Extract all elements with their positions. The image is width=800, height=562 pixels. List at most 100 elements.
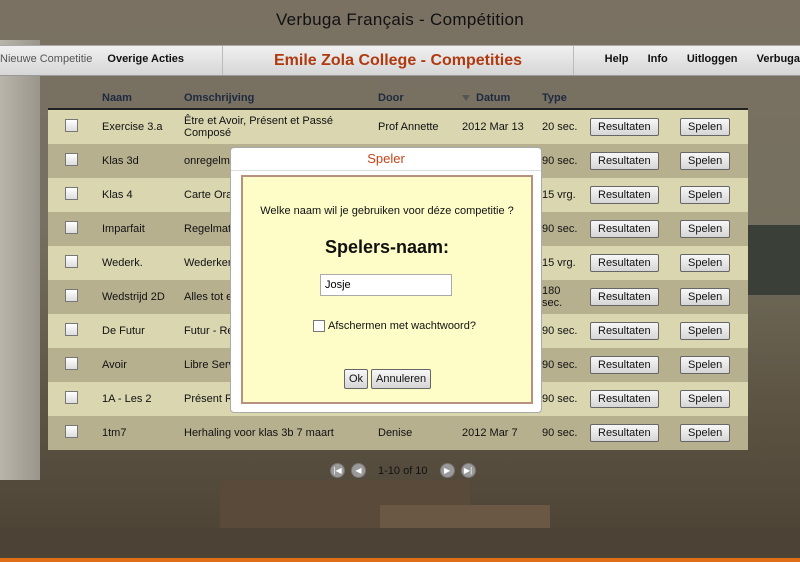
play-button[interactable]: Spelen	[680, 220, 731, 238]
cell-play: Spelen	[676, 109, 748, 144]
info-link[interactable]: Info	[648, 53, 668, 65]
help-link[interactable]: Help	[605, 53, 629, 65]
cell-naam: 1A - Les 2	[98, 382, 180, 416]
row-checkbox[interactable]	[65, 391, 78, 404]
row-select[interactable]	[48, 314, 98, 348]
row-select[interactable]	[48, 246, 98, 280]
cell-door: Denise	[374, 416, 458, 450]
row-select[interactable]	[48, 280, 98, 314]
row-checkbox[interactable]	[65, 119, 78, 132]
results-button[interactable]: Resultaten	[590, 288, 659, 306]
player-name-input[interactable]	[320, 274, 452, 296]
new-competition-link[interactable]: Nieuwe Competitie	[0, 53, 92, 65]
header-play	[676, 88, 748, 110]
other-actions-menu[interactable]: Overige Acties	[107, 53, 184, 65]
cell-naam: Avoir	[98, 348, 180, 382]
page-info: 1-10 of 10	[378, 464, 428, 477]
cell-naam: Wederk.	[98, 246, 180, 280]
cell-naam: Wedstrijd 2D	[98, 280, 180, 314]
pagination: |◀ ◀ 1-10 of 10 ▶ ▶|	[330, 463, 476, 478]
cell-naam: Klas 4	[98, 178, 180, 212]
cell-type: 90 sec.	[538, 144, 586, 178]
play-button[interactable]: Spelen	[680, 356, 731, 374]
cell-play: Spelen	[676, 178, 748, 212]
bottom-accent-bar	[0, 558, 800, 562]
next-page-icon[interactable]: ▶	[439, 463, 455, 478]
results-button[interactable]: Resultaten	[590, 118, 659, 136]
cell-type: 15 vrg.	[538, 246, 586, 280]
row-select[interactable]	[48, 382, 98, 416]
results-button[interactable]: Resultaten	[590, 390, 659, 408]
cell-results: Resultaten	[586, 109, 676, 144]
play-button[interactable]: Spelen	[680, 254, 731, 272]
cell-datum: 2012 Mar 13	[458, 109, 538, 144]
row-checkbox[interactable]	[65, 187, 78, 200]
row-checkbox[interactable]	[65, 289, 78, 302]
dialog-title: Speler	[231, 148, 541, 171]
header-naam[interactable]: Naam	[98, 88, 180, 110]
header-type[interactable]: Type	[538, 88, 586, 110]
play-button[interactable]: Spelen	[680, 118, 731, 136]
cell-naam: 1tm7	[98, 416, 180, 450]
row-checkbox[interactable]	[65, 425, 78, 438]
play-button[interactable]: Spelen	[680, 390, 731, 408]
results-button[interactable]: Resultaten	[590, 356, 659, 374]
header-omschrijving[interactable]: Omschrijving	[180, 88, 374, 110]
cell-datum: 2012 Mar 7	[458, 416, 538, 450]
cell-results: Resultaten	[586, 280, 676, 314]
row-select[interactable]	[48, 348, 98, 382]
first-page-icon[interactable]: |◀	[330, 463, 345, 478]
cancel-button[interactable]: Annuleren	[371, 369, 432, 389]
play-button[interactable]: Spelen	[680, 288, 731, 306]
cell-type: 90 sec.	[538, 348, 586, 382]
name-question: Welke naam wil je gebruiken voor déze co…	[260, 205, 514, 217]
play-button[interactable]: Spelen	[680, 424, 731, 442]
cell-type: 180 sec.	[538, 280, 586, 314]
row-select[interactable]	[48, 144, 98, 178]
cell-results: Resultaten	[586, 144, 676, 178]
header-door[interactable]: Door	[374, 88, 458, 110]
cell-naam: Imparfait	[98, 212, 180, 246]
cell-play: Spelen	[676, 280, 748, 314]
cell-naam: Klas 3d	[98, 144, 180, 178]
row-checkbox[interactable]	[65, 221, 78, 234]
header-datum[interactable]: Datum	[458, 88, 538, 110]
app-title: Verbuga Français - Compétition	[275, 10, 525, 29]
row-select[interactable]	[48, 416, 98, 450]
results-button[interactable]: Resultaten	[590, 254, 659, 272]
row-select[interactable]	[48, 212, 98, 246]
cell-play: Spelen	[676, 246, 748, 280]
cell-play: Spelen	[676, 212, 748, 246]
player-dialog: Speler Welke naam wil je gebruiken voor …	[230, 147, 542, 413]
play-button[interactable]: Spelen	[680, 186, 731, 204]
cell-type: 90 sec.	[538, 314, 586, 348]
cell-play: Spelen	[676, 144, 748, 178]
play-button[interactable]: Spelen	[680, 152, 731, 170]
results-button[interactable]: Resultaten	[590, 186, 659, 204]
brand-link[interactable]: Verbuga	[757, 53, 800, 65]
row-checkbox[interactable]	[65, 323, 78, 336]
row-checkbox[interactable]	[65, 255, 78, 268]
page-title: Emile Zola College - Competities	[222, 46, 574, 75]
navbar: Nieuwe Competitie Overige Acties Emile Z…	[0, 45, 800, 76]
results-button[interactable]: Resultaten	[590, 424, 659, 442]
results-button[interactable]: Resultaten	[590, 220, 659, 238]
row-select[interactable]	[48, 109, 98, 144]
cell-type: 90 sec.	[538, 416, 586, 450]
cell-naam: De Futur	[98, 314, 180, 348]
cell-results: Resultaten	[586, 178, 676, 212]
play-button[interactable]: Spelen	[680, 322, 731, 340]
row-checkbox[interactable]	[65, 153, 78, 166]
cell-results: Resultaten	[586, 348, 676, 382]
last-page-icon[interactable]: ▶|	[460, 463, 476, 478]
logout-link[interactable]: Uitloggen	[687, 53, 738, 65]
row-select[interactable]	[48, 178, 98, 212]
prev-page-icon[interactable]: ◀	[351, 463, 366, 478]
password-protect-row[interactable]: Afschermen met wachtwoord?	[313, 320, 476, 332]
row-checkbox[interactable]	[65, 357, 78, 370]
password-checkbox[interactable]	[313, 320, 325, 332]
results-button[interactable]: Resultaten	[590, 322, 659, 340]
results-button[interactable]: Resultaten	[590, 152, 659, 170]
ok-button[interactable]: Ok	[344, 369, 369, 389]
cell-play: Spelen	[676, 416, 748, 450]
